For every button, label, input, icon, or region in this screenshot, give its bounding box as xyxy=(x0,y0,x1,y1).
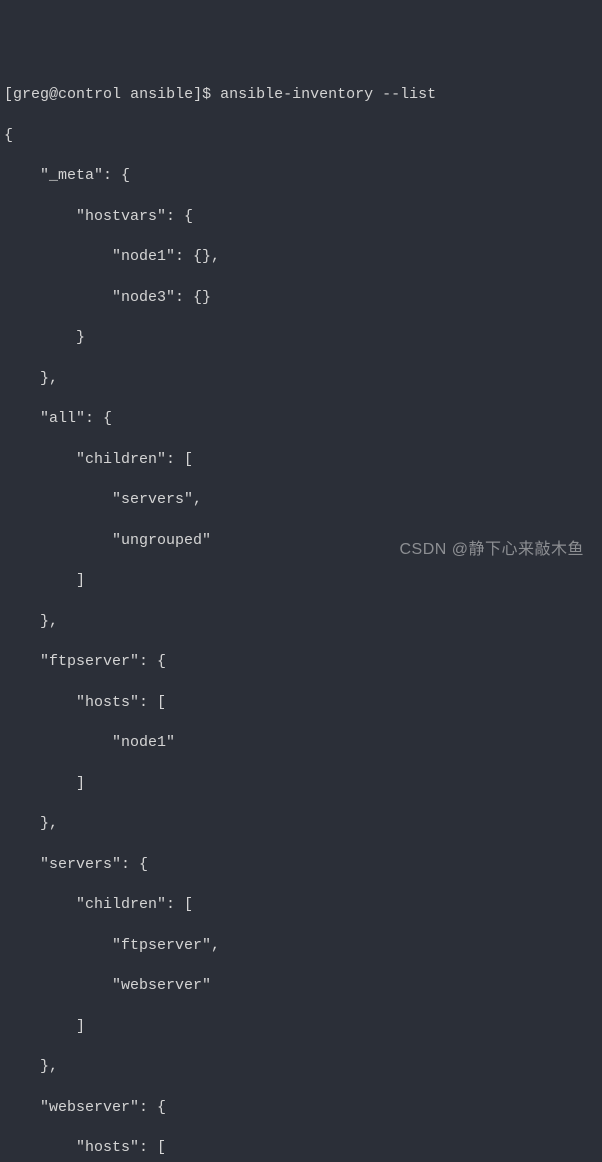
output-line: "servers", xyxy=(4,490,602,510)
output-line: "node3": {} xyxy=(4,288,602,308)
terminal-prompt-line[interactable]: [greg@control ansible]$ ansible-inventor… xyxy=(4,85,602,105)
output-line: "hostvars": { xyxy=(4,207,602,227)
output-line: }, xyxy=(4,369,602,389)
output-line: "children": [ xyxy=(4,450,602,470)
output-line: ] xyxy=(4,571,602,591)
command-text: ansible-inventory --list xyxy=(220,86,436,103)
output-line: "all": { xyxy=(4,409,602,429)
output-line: "children": [ xyxy=(4,895,602,915)
output-line: }, xyxy=(4,814,602,834)
output-line: "servers": { xyxy=(4,855,602,875)
output-line: "ftpserver", xyxy=(4,936,602,956)
output-line: { xyxy=(4,126,602,146)
output-line: }, xyxy=(4,612,602,632)
output-line: } xyxy=(4,328,602,348)
output-line: "hosts": [ xyxy=(4,1138,602,1158)
output-line: ] xyxy=(4,1017,602,1037)
output-line: }, xyxy=(4,1057,602,1077)
output-line: "node1": {}, xyxy=(4,247,602,267)
output-line: "_meta": { xyxy=(4,166,602,186)
output-line: "hosts": [ xyxy=(4,693,602,713)
output-line: "ftpserver": { xyxy=(4,652,602,672)
prompt-cwd: ansible xyxy=(130,86,193,103)
output-line: "webserver" xyxy=(4,976,602,996)
prompt-symbol: $ xyxy=(202,86,211,103)
prompt-user: greg xyxy=(13,86,49,103)
output-line: ] xyxy=(4,774,602,794)
watermark-text: CSDN @静下心来敲木鱼 xyxy=(399,539,584,561)
output-line: "webserver": { xyxy=(4,1098,602,1118)
prompt-host: control xyxy=(58,86,121,103)
output-line: "node1" xyxy=(4,733,602,753)
